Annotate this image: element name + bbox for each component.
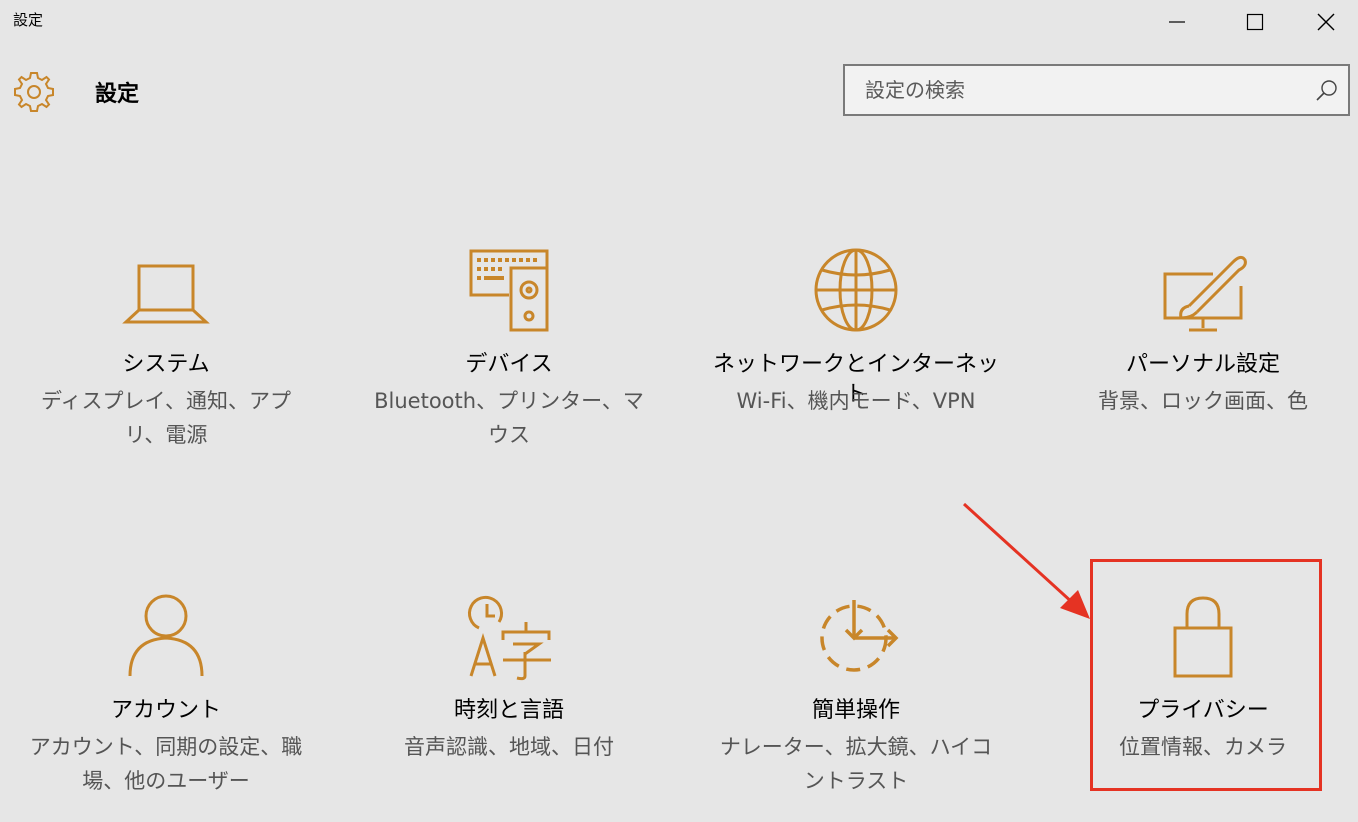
tile-label: 簡単操作 [811, 698, 900, 723]
tile-description: ナレーター、拡大鏡、ハイコントラスト [719, 735, 993, 793]
tile-ease-of-access[interactable]: 簡単操作 ナレーター、拡大鏡、ハイコントラスト [706, 592, 1006, 822]
tile-description: 音声認識、地域、日付 [404, 735, 614, 759]
laptop-icon [122, 264, 210, 324]
globe-icon [814, 248, 898, 332]
close-icon [1317, 13, 1335, 31]
tile-icon-wrap [16, 592, 316, 692]
minimize-button[interactable] [1138, 0, 1216, 44]
tile-description: Bluetooth、プリンター、マウス [374, 389, 644, 447]
tile-description: ディスプレイ、通知、アプリ、電源 [40, 389, 292, 447]
gear-icon [14, 72, 54, 112]
tile-network[interactable]: ネットワークとインターネット Wi-Fi、機内モード、VPN [706, 246, 1006, 476]
tile-label: パーソナル設定 [1125, 352, 1280, 377]
tile-system[interactable]: システム ディスプレイ、通知、アプリ、電源 [16, 246, 316, 476]
tile-icon-wrap [1053, 246, 1353, 346]
highlight-box [1090, 559, 1322, 791]
tile-time-language[interactable]: 時刻と言語 音声認識、地域、日付 [359, 592, 659, 822]
page-title: 設定 [95, 82, 140, 107]
ease-of-access-icon [820, 600, 899, 672]
tile-description: アカウント、同期の設定、職場、他のユーザー [29, 735, 303, 793]
tile-label: システム [122, 352, 210, 377]
window-title: 設定 [13, 11, 44, 29]
person-icon [128, 594, 204, 677]
clock-language-icon [468, 595, 551, 681]
tile-accounts[interactable]: アカウント アカウント、同期の設定、職場、他のユーザー [16, 592, 316, 822]
monitor-brush-icon [1163, 255, 1247, 332]
tile-label: 時刻と言語 [453, 698, 564, 723]
tile-description: Wi-Fi、機内モード、VPN [736, 389, 976, 413]
settings-header: 設定 [0, 60, 1358, 120]
tile-personalization[interactable]: パーソナル設定 背景、ロック画面、色 [1053, 246, 1353, 476]
tile-label: アカウント [110, 698, 221, 723]
tile-icon-wrap [706, 246, 1006, 346]
tile-label: デバイス [465, 352, 553, 377]
tile-icon-wrap [359, 246, 659, 346]
close-button[interactable] [1294, 0, 1358, 44]
maximize-icon [1246, 13, 1264, 31]
maximize-button[interactable] [1216, 0, 1294, 44]
search-icon[interactable] [1314, 78, 1340, 104]
search-input[interactable] [865, 74, 1285, 106]
tile-icon-wrap [16, 246, 316, 346]
search-box[interactable] [843, 64, 1350, 116]
settings-window: 設定 設定 設定の検索 システム ディスプレイ、通知、アプリ、電源 デバイス B… [0, 0, 1358, 822]
tile-description: 背景、ロック画面、色 [1098, 389, 1308, 413]
title-bar: 設定 [0, 0, 1358, 44]
tile-devices[interactable]: デバイス Bluetooth、プリンター、マウス [359, 246, 659, 476]
keyboard-speaker-icon [469, 249, 549, 332]
red-arrow-icon [962, 502, 1090, 619]
tile-icon-wrap [359, 592, 659, 692]
minimize-icon [1169, 21, 1185, 23]
